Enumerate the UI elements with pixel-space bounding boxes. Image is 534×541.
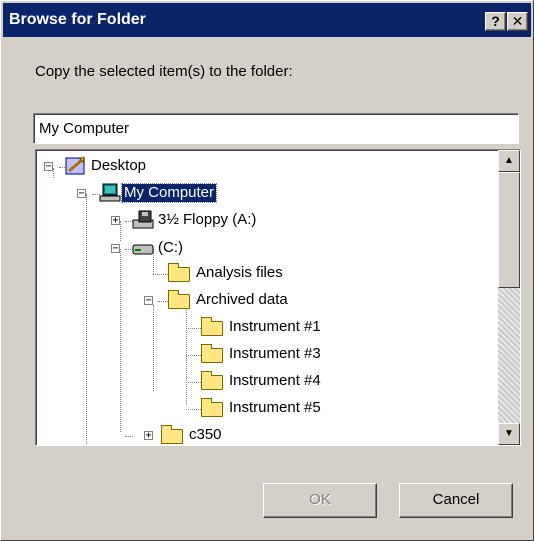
close-button[interactable]: ✕ [507, 12, 528, 31]
tree-node-label: Instrument #5 [229, 399, 321, 416]
collapse-toggle[interactable]: − [77, 189, 86, 199]
folder-icon [201, 317, 223, 336]
ok-button[interactable]: OK [263, 483, 377, 518]
tree-node-label: Desktop [91, 157, 147, 174]
folder-icon [201, 371, 223, 390]
tree-node-label: 3½ Floppy (A:) [158, 211, 257, 228]
tree-node-label: Archived data [196, 291, 288, 308]
hard-drive-icon [132, 244, 154, 255]
folder-icon [168, 290, 190, 309]
browse-for-folder-dialog: Browse for Folder ? ✕ Copy the selected … [0, 0, 534, 541]
cancel-button[interactable]: Cancel [399, 483, 513, 518]
collapse-toggle[interactable]: − [144, 296, 153, 306]
help-button[interactable]: ? [485, 12, 506, 31]
folder-tree[interactable]: − Desktop − My Computer + 3½ Floppy (A:)… [35, 149, 521, 446]
folder-icon [201, 344, 223, 363]
collapse-toggle[interactable]: − [44, 162, 53, 172]
folder-path-field[interactable]: My Computer [33, 113, 519, 144]
scroll-down-button[interactable]: ▼ [498, 423, 520, 445]
tree-node-label: Instrument #4 [229, 372, 321, 389]
folder-icon [201, 398, 223, 417]
expand-toggle[interactable]: + [144, 431, 153, 441]
window-title: Browse for Folder [9, 11, 146, 28]
folder-icon [161, 425, 183, 444]
tree-node-label: My Computer [120, 183, 218, 203]
scroll-thumb[interactable] [498, 172, 520, 288]
collapse-toggle[interactable]: − [111, 244, 120, 254]
tree-node-label: Analysis files [196, 264, 283, 281]
prompt-label: Copy the selected item(s) to the folder: [35, 63, 293, 80]
tree-node-label: c350 [189, 426, 222, 443]
tree-node-label: Instrument #3 [229, 345, 321, 362]
title-bar[interactable]: Browse for Folder ? ✕ [3, 3, 531, 37]
tree-node-label: (C:) [158, 239, 183, 256]
tree-vertical-scrollbar[interactable]: ▲ ▼ [498, 150, 520, 445]
tree-node-label: Instrument #1 [229, 318, 321, 335]
computer-icon [99, 183, 121, 202]
folder-icon [168, 263, 190, 282]
expand-toggle[interactable]: + [111, 216, 120, 226]
floppy-drive-icon [132, 210, 154, 229]
desktop-icon [65, 156, 85, 175]
scroll-up-button[interactable]: ▲ [498, 150, 520, 172]
